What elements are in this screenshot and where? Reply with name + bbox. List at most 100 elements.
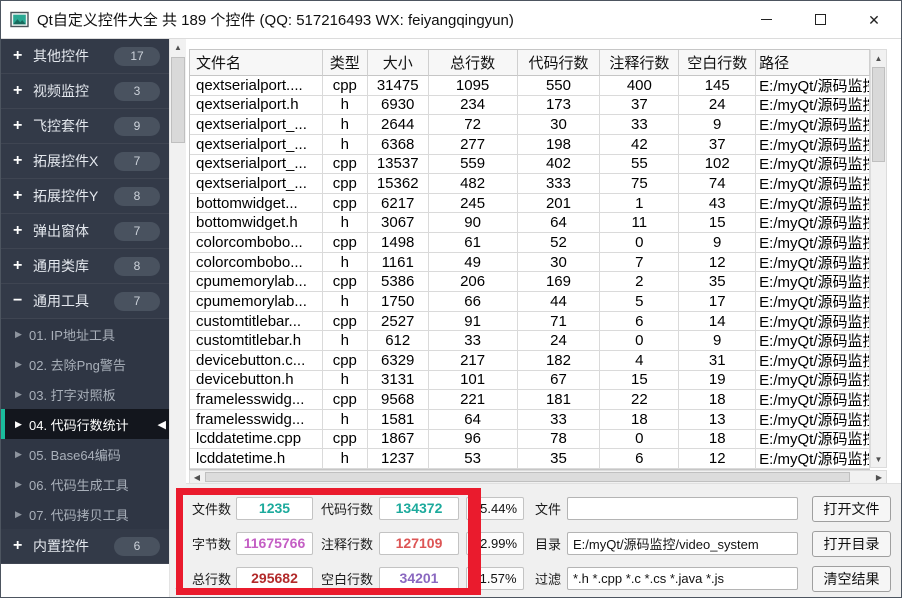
table-cell: 31 bbox=[679, 351, 756, 371]
sidebar-filler bbox=[1, 564, 169, 598]
table-row[interactable]: qextserialport_...h26447230339E:/myQt/源码… bbox=[190, 115, 870, 135]
sidebar-scrollbar-thumb[interactable] bbox=[171, 57, 185, 143]
table-cell: 1 bbox=[600, 194, 679, 214]
table-cell: 49 bbox=[429, 253, 518, 273]
table-row[interactable]: customtitlebar.hh612332409E:/myQt/源码监控/.… bbox=[190, 331, 870, 351]
table-row[interactable]: qextserialport.hh69302341733724E:/myQt/源… bbox=[190, 96, 870, 116]
count-badge: 9 bbox=[114, 117, 160, 136]
table-vscroll-thumb[interactable] bbox=[872, 67, 885, 162]
sidebar-child-item[interactable]: ▶ 04. 代码行数统计 ◀ bbox=[1, 409, 169, 439]
table-row[interactable]: cpumemorylab...h17506644517E:/myQt/源码监控/… bbox=[190, 292, 870, 312]
table-row[interactable]: qextserialport_...h63682771984237E:/myQt… bbox=[190, 135, 870, 155]
table-row[interactable]: framelesswidg...cpp95682211812218E:/myQt… bbox=[190, 390, 870, 410]
table-row[interactable]: lcddatetime.cppcpp18679678018E:/myQt/源码监… bbox=[190, 430, 870, 450]
scroll-left-icon[interactable]: ◀ bbox=[190, 471, 204, 483]
sidebar-group-3[interactable]: + 飞控套件 9 bbox=[1, 109, 169, 144]
table-row[interactable]: customtitlebar...cpp25279171614E:/myQt/源… bbox=[190, 312, 870, 332]
table-cell: h bbox=[323, 410, 368, 430]
table-header-cell[interactable]: 路径 bbox=[756, 50, 870, 76]
io-input[interactable] bbox=[567, 532, 798, 555]
table-header-cell[interactable]: 代码行数 bbox=[518, 50, 601, 76]
table-row[interactable]: colorcombobo...cpp1498615209E:/myQt/源码监控… bbox=[190, 233, 870, 253]
scroll-up-icon[interactable]: ▲ bbox=[871, 50, 886, 66]
table-header-cell[interactable]: 总行数 bbox=[429, 50, 518, 76]
table-row[interactable]: devicebutton.hh3131101671519E:/myQt/源码监控… bbox=[190, 371, 870, 391]
table-cell: E:/myQt/源码监控/.. bbox=[756, 233, 870, 253]
table-cell: 30 bbox=[518, 115, 601, 135]
table-row[interactable]: colorcombobo...h11614930712E:/myQt/源码监控/… bbox=[190, 253, 870, 273]
table-row[interactable]: devicebutton.c...cpp6329217182431E:/myQt… bbox=[190, 351, 870, 371]
table-header-cell[interactable]: 文件名 bbox=[190, 50, 323, 76]
table-cell: qextserialport_... bbox=[190, 135, 323, 155]
table-horizontal-scrollbar[interactable]: ◀ ▶ bbox=[189, 470, 887, 484]
table-vertical-scrollbar[interactable]: ▲ ▼ bbox=[870, 49, 887, 468]
sidebar-child-item[interactable]: ▶ 06. 代码生成工具 ◀ bbox=[1, 469, 169, 499]
sidebar-group-6[interactable]: + 弹出窗体 7 bbox=[1, 214, 169, 249]
sidebar-group-8[interactable]: − 通用工具 7 bbox=[1, 284, 169, 319]
table-cell: h bbox=[323, 213, 368, 233]
table-cell: cpp bbox=[323, 233, 368, 253]
expand-icon: + bbox=[13, 152, 33, 170]
io-input[interactable] bbox=[567, 497, 798, 520]
count-badge: 7 bbox=[114, 152, 160, 171]
sidebar-group-1[interactable]: + 其他控件 17 bbox=[1, 39, 169, 74]
table-row[interactable]: qextserialport_...cpp153624823337574E:/m… bbox=[190, 174, 870, 194]
table-cell: 2644 bbox=[368, 115, 429, 135]
sidebar-child-item[interactable]: ▶ 03. 打字对照板 ◀ bbox=[1, 379, 169, 409]
action-button[interactable]: 打开目录 bbox=[812, 531, 891, 557]
table-hscroll-thumb[interactable] bbox=[205, 472, 850, 482]
table-cell: 7 bbox=[600, 253, 679, 273]
sidebar-child-item[interactable]: ▶ 02. 去除Png警告 ◀ bbox=[1, 349, 169, 379]
table-cell: E:/myQt/源码监控/.. bbox=[756, 213, 870, 233]
scroll-up-icon[interactable]: ▲ bbox=[170, 39, 186, 55]
table-cell: 6 bbox=[600, 312, 679, 332]
child-arrow-icon: ▶ bbox=[15, 359, 29, 370]
sidebar-child-item[interactable]: ▶ 07. 代码拷贝工具 ◀ bbox=[1, 499, 169, 529]
table-row[interactable]: qextserialport....cpp314751095550400145E… bbox=[190, 76, 870, 96]
table-cell: 550 bbox=[518, 76, 601, 96]
expand-icon: + bbox=[13, 222, 33, 240]
maximize-button[interactable] bbox=[793, 1, 847, 38]
table-row[interactable]: qextserialport_...cpp1353755940255102E:/… bbox=[190, 155, 870, 175]
minimize-button[interactable] bbox=[739, 1, 793, 38]
scroll-right-icon[interactable]: ▶ bbox=[872, 471, 886, 483]
table-row[interactable]: bottomwidget...cpp6217245201143E:/myQt/源… bbox=[190, 194, 870, 214]
scroll-down-icon[interactable]: ▼ bbox=[170, 582, 186, 598]
io-input[interactable] bbox=[567, 567, 798, 590]
table-row[interactable]: cpumemorylab...cpp5386206169235E:/myQt/源… bbox=[190, 272, 870, 292]
count-badge: 6 bbox=[114, 537, 160, 556]
sidebar-group-4[interactable]: + 拓展控件X 7 bbox=[1, 144, 169, 179]
table-row[interactable]: bottomwidget.hh306790641115E:/myQt/源码监控/… bbox=[190, 213, 870, 233]
sidebar-group-5[interactable]: + 拓展控件Y 8 bbox=[1, 179, 169, 214]
close-button[interactable]: ✕ bbox=[847, 1, 901, 38]
sidebar-child-label: 06. 代码生成工具 bbox=[29, 475, 129, 494]
table-header-cell[interactable]: 注释行数 bbox=[600, 50, 679, 76]
table-cell: 37 bbox=[600, 96, 679, 116]
table-header-cell[interactable]: 类型 bbox=[323, 50, 368, 76]
action-button[interactable]: 清空结果 bbox=[812, 566, 891, 592]
table-header-cell[interactable]: 空白行数 bbox=[679, 50, 756, 76]
action-button[interactable]: 打开文件 bbox=[812, 496, 891, 522]
table-cell: 169 bbox=[518, 272, 601, 292]
scroll-down-icon[interactable]: ▼ bbox=[871, 451, 886, 467]
table-row[interactable]: framelesswidg...h158164331813E:/myQt/源码监… bbox=[190, 410, 870, 430]
stat-label: 字节数 bbox=[192, 534, 236, 553]
sidebar-child-item[interactable]: ▶ 01. IP地址工具 ◀ bbox=[1, 319, 169, 349]
table-cell: qextserialport_... bbox=[190, 115, 323, 135]
table-cell: 91 bbox=[429, 312, 518, 332]
sidebar-group-builtin[interactable]: + 内置控件 6 bbox=[1, 529, 169, 564]
table-cell: E:/myQt/源码监控/.. bbox=[756, 155, 870, 175]
sidebar-group-2[interactable]: + 视频监控 3 bbox=[1, 74, 169, 109]
table-cell: 74 bbox=[679, 174, 756, 194]
percent-box: 45.44% bbox=[466, 497, 524, 520]
table-cell: 206 bbox=[429, 272, 518, 292]
table-cell: E:/myQt/源码监控/.. bbox=[756, 96, 870, 116]
sidebar-group-7[interactable]: + 通用类库 8 bbox=[1, 249, 169, 284]
table-row[interactable]: lcddatetime.hh12375335612E:/myQt/源码监控/.. bbox=[190, 449, 870, 469]
table-cell: 18 bbox=[600, 410, 679, 430]
table-header-cell[interactable]: 大小 bbox=[368, 50, 429, 76]
table-cell: E:/myQt/源码监控/.. bbox=[756, 174, 870, 194]
sidebar-scrollbar[interactable]: ▲ ▼ bbox=[169, 39, 186, 598]
count-badge: 8 bbox=[114, 187, 160, 206]
sidebar-child-item[interactable]: ▶ 05. Base64编码 ◀ bbox=[1, 439, 169, 469]
